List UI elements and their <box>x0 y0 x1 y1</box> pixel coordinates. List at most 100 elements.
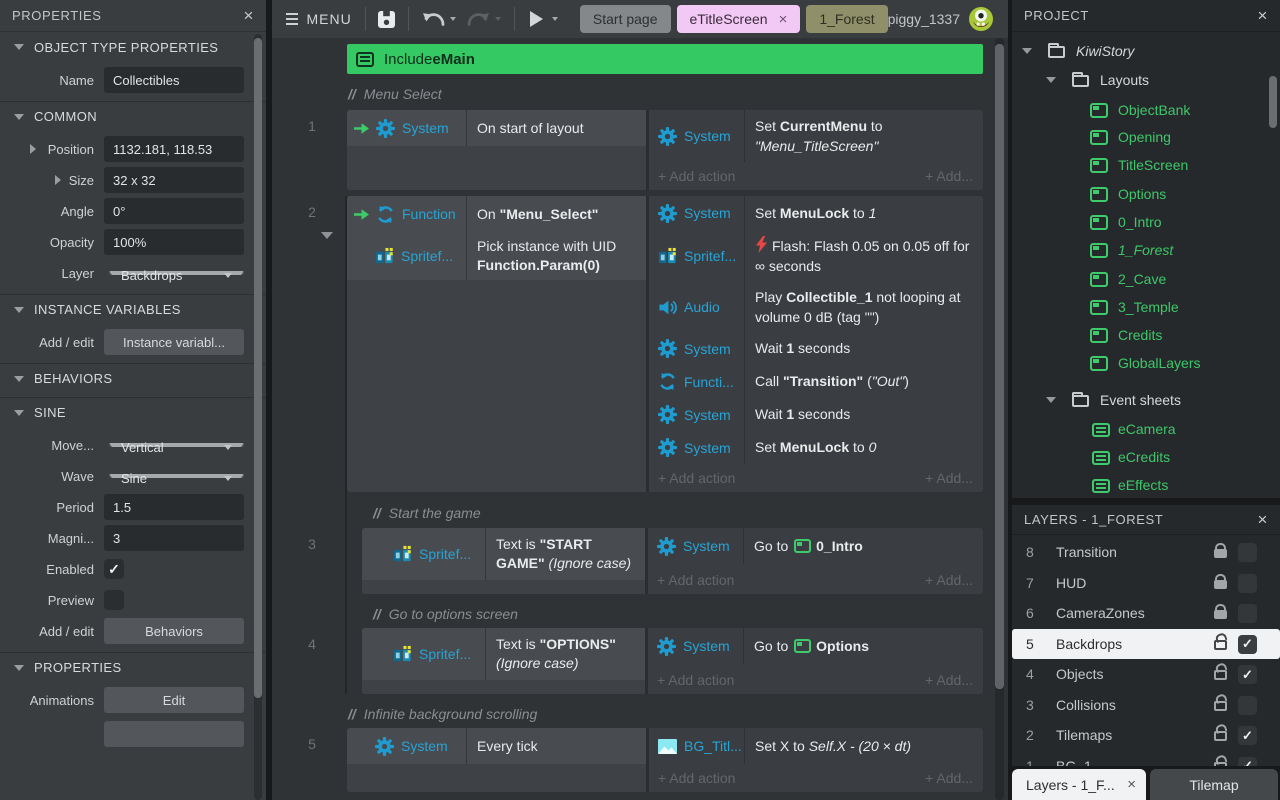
action-row[interactable]: System Wait 1 seconds <box>649 398 983 431</box>
undo-button[interactable] <box>422 11 445 27</box>
action-text[interactable]: Wait 1 seconds <box>745 332 983 365</box>
add-more-link[interactable]: + Add... <box>925 572 973 588</box>
visibility-checkbox[interactable]: ✓ <box>1238 757 1257 767</box>
play-dropdown-icon[interactable] <box>552 17 558 21</box>
condition-text[interactable]: Text is "START GAME" (Ignore case) <box>486 528 645 580</box>
layer-row-tilemaps[interactable]: 2 Tilemaps ✓ <box>1012 720 1280 750</box>
collapse-icon[interactable] <box>321 232 333 239</box>
event-block-2[interactable]: Function On "Menu_Select" Spritef... Pic… <box>347 196 983 492</box>
event-block-5[interactable]: System Every tick BG_Titl... Set X to Se… <box>347 728 983 792</box>
action-row[interactable]: Spritef... Flash: Flash 0.05 on 0.05 off… <box>649 230 983 282</box>
visibility-checkbox[interactable]: ✓ <box>1238 726 1257 745</box>
condition-text[interactable]: Every tick <box>467 728 646 764</box>
chevron-down-icon[interactable] <box>1046 397 1056 403</box>
condition-text[interactable]: On "Menu_Select" <box>467 196 646 232</box>
action-row[interactable]: Functi... Call "Transition" ("Out") <box>649 365 983 398</box>
position-field[interactable]: 1132.181, 118.53 <box>104 136 244 162</box>
hamburger-menu-icon[interactable] <box>286 13 298 25</box>
tab-etitlescreen[interactable]: eTitleScreen× <box>677 5 801 33</box>
section-common[interactable]: COMMON <box>0 101 266 131</box>
action-text[interactable]: Set X to Self.X - (20 × dt) <box>745 728 983 764</box>
tree-item-objectbank[interactable]: ObjectBank <box>1012 96 1280 124</box>
action-text[interactable]: Set CurrentMenu to "Menu_TitleScreen" <box>745 110 983 162</box>
condition-text[interactable]: Pick instance with UID Function.Param(0) <box>467 232 646 280</box>
add-action-link[interactable]: + Add action <box>657 672 734 688</box>
comment-start-game[interactable]: //Start the game <box>373 505 481 521</box>
tab-layers-1-forest[interactable]: Layers - 1_F... × <box>1012 769 1146 800</box>
condition-text[interactable]: Text is "OPTIONS" (Ignore case) <box>486 628 645 680</box>
action-text[interactable]: Flash: Flash 0.05 on 0.05 off for ∞ seco… <box>745 230 983 282</box>
close-icon[interactable]: × <box>1127 776 1136 793</box>
condition-row[interactable]: Spritef... Text is "OPTIONS" (Ignore cas… <box>362 628 645 680</box>
lock-open-icon[interactable] <box>1214 670 1227 680</box>
section-object-type-properties[interactable]: OBJECT TYPE PROPERTIES <box>0 32 266 62</box>
project-scrollbar-thumb[interactable] <box>1269 76 1277 128</box>
instance-variables-button[interactable]: Instance variabl... <box>104 329 244 355</box>
lock-open-icon[interactable] <box>1214 762 1227 767</box>
tree-item-options[interactable]: Options <box>1012 180 1280 208</box>
name-field[interactable]: Collectibles <box>104 67 244 93</box>
tree-item-event-sheets[interactable]: Event sheets <box>1012 386 1280 414</box>
lock-open-icon[interactable] <box>1214 731 1227 741</box>
section-behaviors[interactable]: BEHAVIORS <box>0 363 266 393</box>
layer-row-objects[interactable]: 4 Objects ✓ <box>1012 659 1280 689</box>
action-row[interactable]: System Set CurrentMenu to "Menu_TitleScr… <box>649 110 983 162</box>
tree-item-ecamera[interactable]: eCamera <box>1012 415 1280 443</box>
comment-scrolling[interactable]: //Infinite background scrolling <box>348 706 537 722</box>
tree-item-titlescreen[interactable]: TitleScreen <box>1012 151 1280 179</box>
add-action-link[interactable]: + Add action <box>658 470 735 486</box>
tab-start-page[interactable]: Start page <box>580 5 671 33</box>
partial-button[interactable] <box>104 721 244 747</box>
add-more-link[interactable]: + Add... <box>925 168 973 184</box>
size-field[interactable]: 32 x 32 <box>104 167 244 193</box>
angle-field[interactable]: 0° <box>104 198 244 224</box>
close-icon[interactable]: × <box>243 7 254 24</box>
event-block-4[interactable]: Spritef... Text is "OPTIONS" (Ignore cas… <box>362 628 983 694</box>
add-more-link[interactable]: + Add... <box>925 770 973 786</box>
action-text[interactable]: Call "Transition" ("Out") <box>745 365 983 398</box>
undo-dropdown-icon[interactable] <box>450 17 456 21</box>
condition-text[interactable]: On start of layout <box>467 110 646 146</box>
avatar[interactable] <box>968 6 994 32</box>
event-sheet-view[interactable]: Include eMain //Menu Select 1 System On … <box>272 38 1008 800</box>
action-row[interactable]: System Go to 0_Intro <box>648 528 983 564</box>
visibility-checkbox[interactable] <box>1238 543 1257 562</box>
close-icon[interactable]: × <box>1257 7 1268 24</box>
visibility-checkbox[interactable] <box>1238 696 1257 715</box>
section-properties[interactable]: PROPERTIES <box>0 652 266 682</box>
add-more-link[interactable]: + Add... <box>925 470 973 486</box>
menu-button[interactable]: MENU <box>307 11 352 27</box>
close-icon[interactable]: × <box>1257 511 1268 528</box>
visibility-checkbox[interactable] <box>1238 604 1257 623</box>
condition-row[interactable]: Spritef... Pick instance with UID Functi… <box>347 232 646 280</box>
wave-dropdown[interactable]: Sine <box>109 474 244 478</box>
layer-row-backdrops-selected[interactable]: 5 Backdrops ✓ <box>1012 629 1280 659</box>
redo-button[interactable] <box>467 11 490 27</box>
visibility-checkbox[interactable]: ✓ <box>1238 635 1257 654</box>
add-more-link[interactable]: + Add... <box>925 672 973 688</box>
action-row[interactable]: System Go to Options <box>648 628 983 664</box>
close-icon[interactable]: × <box>779 11 788 28</box>
preview-checkbox[interactable] <box>104 590 124 610</box>
action-row[interactable]: System Set MenuLock to 1 <box>649 196 983 230</box>
tab-1-forest[interactable]: 1_Forest <box>806 5 887 33</box>
layer-dropdown[interactable]: Backdrops <box>109 271 244 275</box>
condition-row[interactable]: System Every tick <box>347 728 646 764</box>
opacity-field[interactable]: 100% <box>104 229 244 255</box>
tree-item-kiwistory[interactable]: KiwiStory <box>1012 37 1280 65</box>
magnitude-field[interactable]: 3 <box>104 525 244 551</box>
event-sheet-scrollbar-thumb[interactable] <box>995 44 1004 689</box>
lock-closed-icon[interactable] <box>1214 610 1227 619</box>
event-block-3[interactable]: Spritef... Text is "START GAME" (Ignore … <box>362 528 983 594</box>
action-row[interactable]: BG_Titl... Set X to Self.X - (20 × dt) <box>649 728 983 764</box>
expand-icon[interactable] <box>55 175 61 185</box>
add-action-link[interactable]: + Add action <box>658 168 735 184</box>
include-event-sheet-banner[interactable]: Include eMain <box>347 44 983 74</box>
tree-item-0-intro[interactable]: 0_Intro <box>1012 208 1280 236</box>
lock-closed-icon[interactable] <box>1214 549 1227 558</box>
tab-tilemap[interactable]: Tilemap <box>1150 769 1278 800</box>
lock-open-icon[interactable] <box>1214 640 1227 650</box>
chevron-down-icon[interactable] <box>1046 77 1056 83</box>
action-row[interactable]: Audio Play Collectible_1 not looping at … <box>649 282 983 332</box>
edit-animations-button[interactable]: Edit <box>104 687 244 713</box>
